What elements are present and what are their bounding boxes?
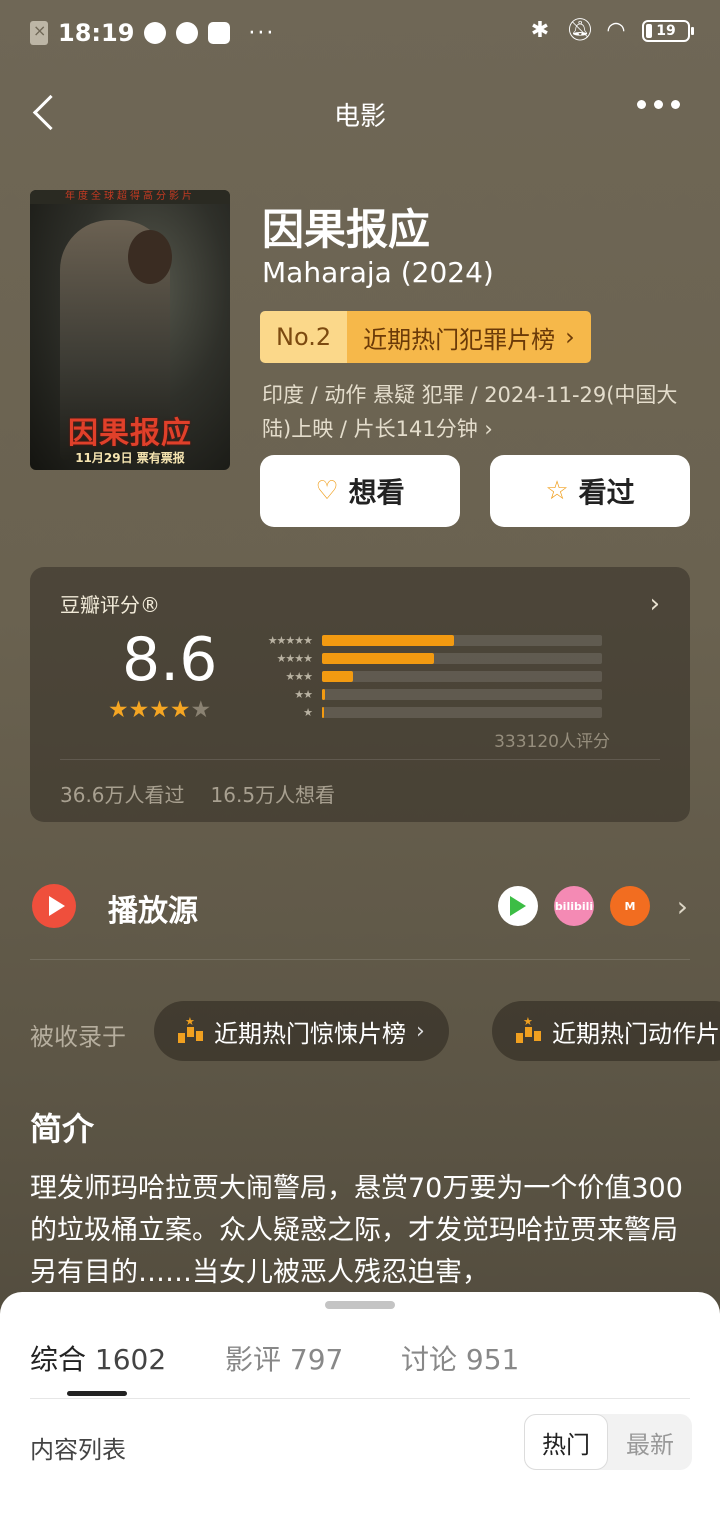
- chevron-right-icon: ›: [484, 417, 493, 441]
- distribution-fill: [322, 652, 434, 664]
- tab-count: 797: [289, 1343, 344, 1376]
- watched-button[interactable]: ☆ 看过: [490, 455, 690, 527]
- tab-reviews[interactable]: 影评 797: [225, 1338, 343, 1378]
- synopsis-text: 理发师玛哈拉贾大闹警局，悬赏70万要为一个价值300的垃圾桶立案。众人疑惑之际，…: [30, 1173, 683, 1288]
- collection-chip[interactable]: 近期热门动作片: [492, 1001, 720, 1061]
- sheet-drag-handle[interactable]: [325, 1301, 395, 1309]
- play-source-row[interactable]: 播放源 bilibili M ›: [30, 870, 690, 960]
- chevron-right-icon[interactable]: ›: [650, 589, 660, 619]
- active-tab-indicator: [67, 1391, 127, 1396]
- content-list-label: 内容列表: [30, 1436, 126, 1464]
- want-label: 想看: [348, 476, 405, 509]
- rank-number: No.2: [260, 311, 348, 363]
- distribution-row-3: ★★★: [250, 667, 602, 685]
- want-to-watch-button[interactable]: ♡ 想看: [260, 455, 460, 527]
- poster-head: [128, 230, 172, 284]
- sort-hot-button[interactable]: 热门: [524, 1414, 608, 1470]
- play-icon: [32, 884, 76, 928]
- poster-tagline: 年度全球超得高分影片: [30, 190, 230, 204]
- tab-count: 951: [465, 1343, 520, 1376]
- ranking-icon: [178, 1015, 204, 1043]
- poster-date: 11月29日 票有票报: [75, 451, 185, 465]
- poster-title: 因果报应: [68, 416, 192, 451]
- app-notification-icon: [144, 22, 167, 44]
- nav-bar: 电影: [0, 80, 720, 144]
- seen-label: 看过: [578, 476, 635, 509]
- rating-source-label: 豆瓣评分®: [60, 593, 160, 617]
- tab-label: 讨论: [401, 1343, 458, 1376]
- collection-chip-label: 近期热门动作片: [552, 1019, 720, 1048]
- movie-title: 因果报应: [262, 205, 431, 254]
- distribution-fill: [322, 706, 325, 718]
- rank-badge[interactable]: No.2 近期热门犯罪片榜 ›: [260, 311, 591, 363]
- star-outline-icon: ☆: [545, 476, 569, 506]
- movie-meta-text: 印度 / 动作 悬疑 犯罪 / 2024-11-29(中国大陆)上映 / 片长1…: [262, 383, 678, 441]
- collections-label: 被收录于: [30, 1023, 126, 1051]
- distribution-row-5: ★★★★★: [250, 631, 602, 649]
- bluetooth-icon: ✱: [530, 18, 550, 43]
- rating-count: 333120人评分: [494, 732, 610, 752]
- distribution-fill: [322, 634, 454, 646]
- mango-tv-icon[interactable]: M: [610, 886, 650, 926]
- distribution-fill: [322, 688, 325, 700]
- app-notification-icon: [176, 22, 199, 44]
- rating-card[interactable]: 豆瓣评分® › 8.6 ★★★★★ ★★★★★ ★★★★ ★★★ ★★ ★ 33…: [30, 567, 690, 822]
- wanted-count: 16.5万人想看: [210, 783, 336, 807]
- sort-toggle: 热门 最新: [524, 1414, 692, 1470]
- distribution-row-1: ★: [250, 703, 602, 721]
- collection-chip-label: 近期热门惊悚片榜: [214, 1019, 406, 1048]
- bilibili-icon[interactable]: bilibili: [554, 886, 594, 926]
- bilibili-text: bilibili: [554, 899, 594, 913]
- divider: [60, 759, 660, 760]
- rank-list-name: 近期热门犯罪片榜 ›: [347, 311, 591, 363]
- rank-list-label: 近期热门犯罪片榜: [363, 325, 556, 354]
- no-sim-icon: [30, 21, 48, 45]
- message-notification-icon: [208, 22, 231, 44]
- collection-chip[interactable]: 近期热门惊悚片榜 ›: [154, 1001, 449, 1061]
- chevron-right-icon: ›: [416, 1018, 425, 1044]
- chevron-right-icon: ›: [565, 323, 575, 351]
- tencent-video-icon[interactable]: [498, 886, 538, 926]
- tab-label: 影评: [225, 1343, 282, 1376]
- synopsis-title: 简介: [30, 1110, 95, 1148]
- battery-icon: 19: [642, 19, 694, 42]
- movie-meta[interactable]: 印度 / 动作 悬疑 犯罪 / 2024-11-29(中国大陆)上映 / 片长1…: [262, 378, 692, 446]
- chevron-right-icon: ›: [676, 890, 688, 923]
- tab-label: 综合: [30, 1343, 87, 1376]
- heart-plus-icon: ♡: [315, 476, 339, 506]
- distribution-row-2: ★★: [250, 685, 602, 703]
- content-bottom-sheet[interactable]: 综合 1602 影评 797 讨论 951 内容列表 热门 最新: [0, 1292, 720, 1520]
- more-notifications-icon: ···: [248, 20, 276, 46]
- movie-poster[interactable]: 年度全球超得高分影片 因果报应 11月29日 票有票报: [30, 190, 230, 470]
- tab-count: 1602: [94, 1343, 167, 1376]
- clock: 18:19: [58, 19, 135, 47]
- distribution-row-4: ★★★★: [250, 649, 602, 667]
- ranking-icon: [516, 1015, 542, 1043]
- rating-score: 8.6: [122, 625, 218, 695]
- rating-distribution: ★★★★★ ★★★★ ★★★ ★★ ★: [250, 631, 602, 721]
- sort-newest-button[interactable]: 最新: [608, 1414, 692, 1470]
- watched-count: 36.6万人看过: [60, 783, 185, 807]
- wifi-icon: ◠: [606, 18, 626, 43]
- mute-bell-icon: 🔕︎: [566, 18, 594, 43]
- rating-stars: ★★★★★: [108, 697, 212, 723]
- audience-stats: 36.6万人看过 16.5万人想看: [60, 779, 335, 808]
- status-bar: 18:19 ··· ✱ 🔕︎ ◠ 19: [0, 0, 720, 66]
- battery-level: 19: [656, 22, 676, 39]
- tab-discussions[interactable]: 讨论 951: [401, 1338, 519, 1378]
- page-title: 电影: [333, 102, 386, 132]
- more-options-button[interactable]: [637, 100, 680, 109]
- play-source-label: 播放源: [108, 894, 198, 929]
- divider: [30, 1398, 690, 1399]
- tab-overall[interactable]: 综合 1602: [30, 1338, 166, 1378]
- movie-original-title: Maharaja (2024): [262, 256, 494, 289]
- distribution-fill: [322, 670, 353, 682]
